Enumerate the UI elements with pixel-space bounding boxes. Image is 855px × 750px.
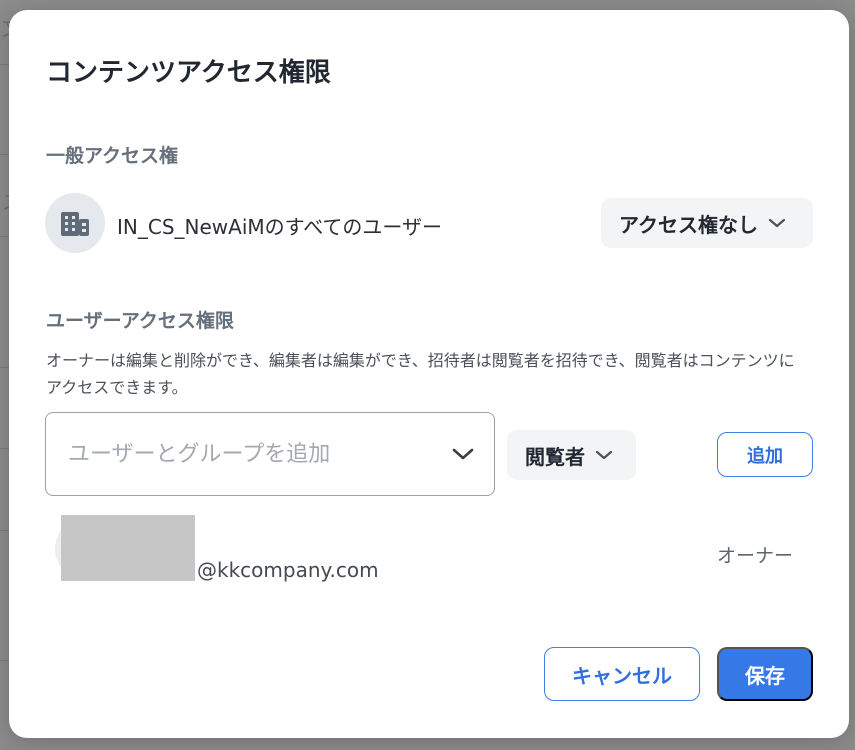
building-icon (60, 209, 90, 237)
general-access-level-select[interactable]: アクセス権なし (601, 198, 813, 248)
add-users-groups-input[interactable] (68, 441, 452, 467)
user-access-description: オーナーは編集と削除ができ、編集者は編集ができ、招待者は閲覧者を招待でき、閲覧者… (46, 351, 795, 397)
general-access-avatar (45, 193, 105, 253)
chevron-down-icon (768, 217, 786, 229)
redacted-name (61, 515, 195, 581)
general-access-heading: 一般アクセス権 (46, 145, 179, 167)
content-access-dialog: コンテンツアクセス権限 一般アクセス権 IN_CS_NewAiMのすべてのユーザ… (9, 10, 849, 738)
cancel-button[interactable]: キャンセル (544, 647, 700, 701)
member-email: @kkcompany.com (197, 558, 379, 582)
access-level-value: アクセス権なし (619, 212, 758, 237)
add-user-button[interactable]: 追加 (717, 432, 813, 477)
add-users-groups-combobox[interactable] (45, 412, 495, 496)
chevron-down-icon (595, 449, 613, 461)
general-access-target: IN_CS_NewAiMのすべてのユーザー (117, 215, 443, 239)
role-select[interactable]: 閲覧者 (507, 430, 636, 480)
role-select-value: 閲覧者 (525, 444, 585, 469)
chevron-down-icon[interactable] (452, 447, 474, 461)
dialog-title: コンテンツアクセス権限 (46, 58, 331, 88)
user-access-heading: ユーザーアクセス権限 (46, 310, 234, 332)
member-role: オーナー (717, 545, 794, 567)
save-button[interactable]: 保存 (717, 647, 813, 701)
